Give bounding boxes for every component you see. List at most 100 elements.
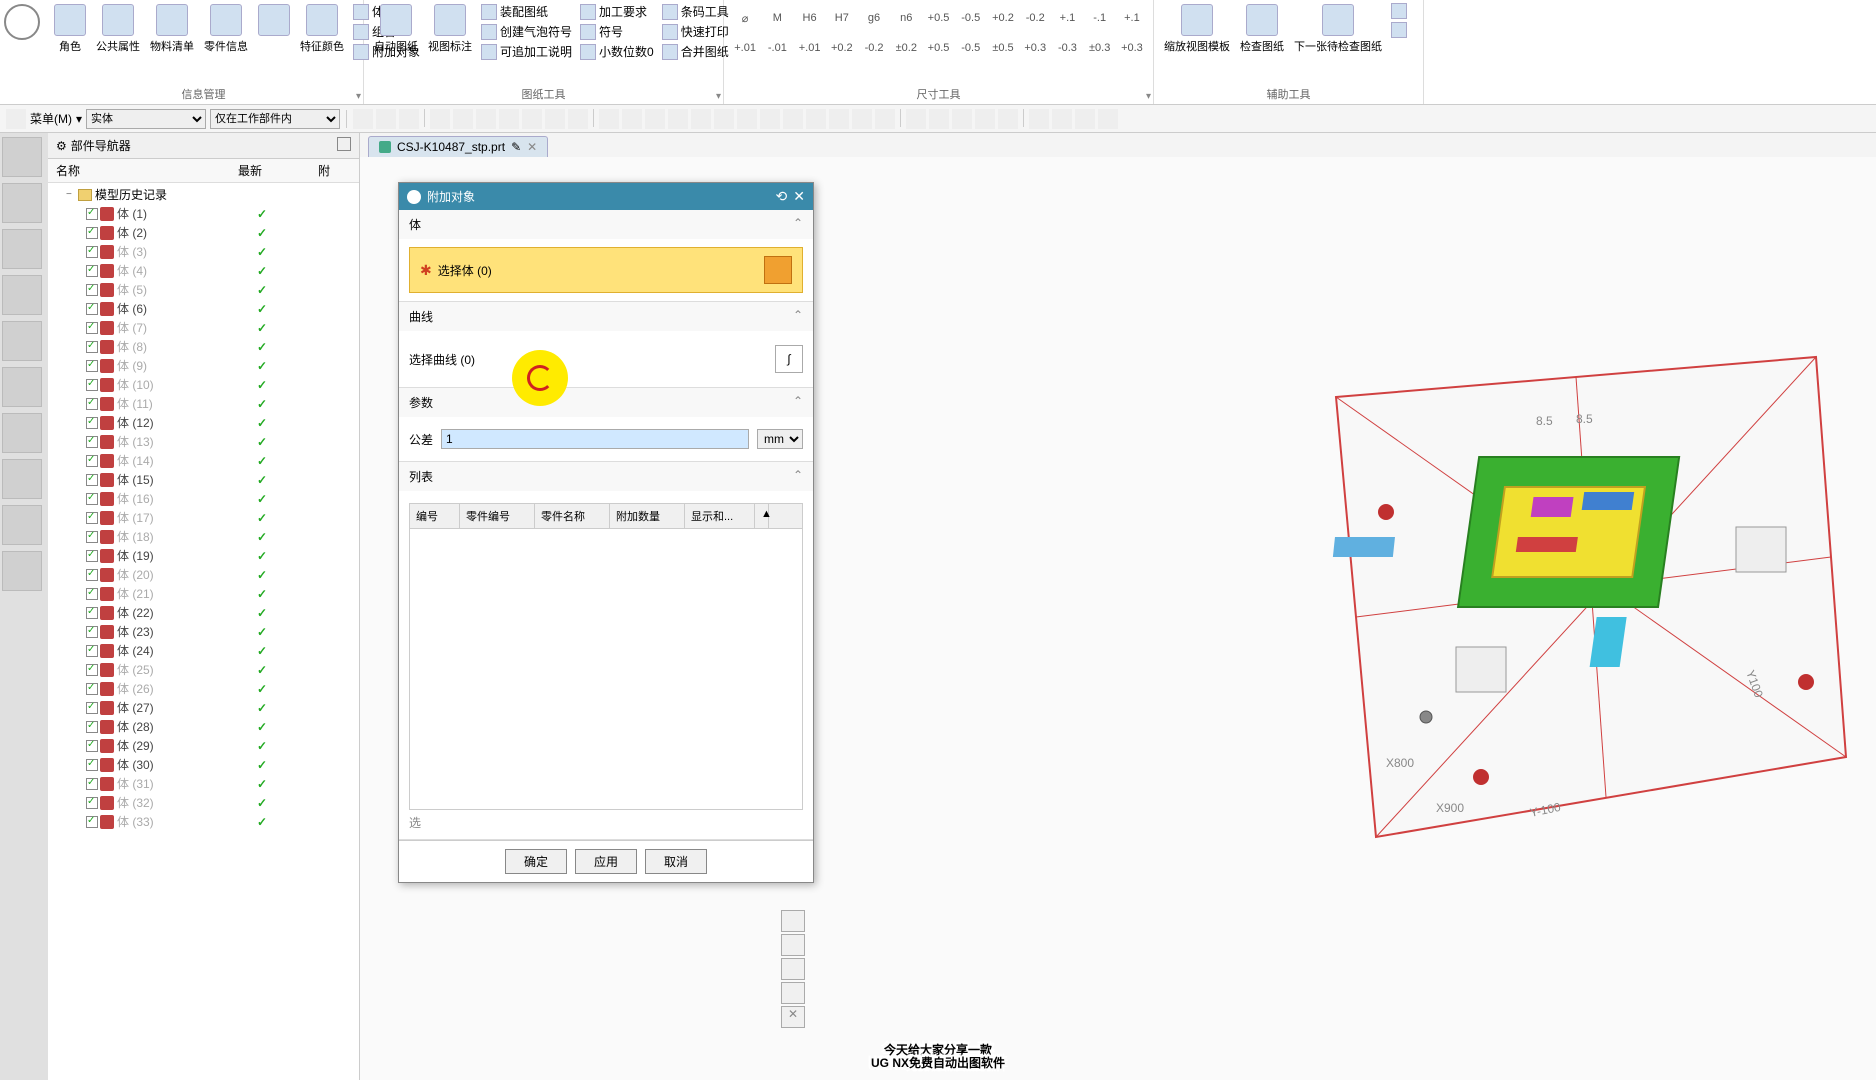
assembly-drawing-button[interactable]: 装配图纸 xyxy=(478,2,575,21)
toolbar-icon[interactable] xyxy=(499,109,519,129)
tree-item[interactable]: 体 (27)✓ xyxy=(48,698,359,717)
toolbar-icon[interactable] xyxy=(522,109,542,129)
rail-other-icon[interactable] xyxy=(2,551,42,591)
list-action-3[interactable] xyxy=(781,958,805,980)
rail-reuse-icon[interactable] xyxy=(2,275,42,315)
tree-item[interactable]: 体 (28)✓ xyxy=(48,717,359,736)
dim-button[interactable]: -0.5 xyxy=(958,4,984,32)
tree-item[interactable]: 体 (20)✓ xyxy=(48,565,359,584)
cancel-button[interactable]: 取消 xyxy=(645,849,707,874)
toolbar-icon[interactable] xyxy=(476,109,496,129)
gear-icon[interactable]: ⚙ xyxy=(56,139,67,153)
col-attach[interactable]: 附 xyxy=(318,162,348,179)
dim-button[interactable]: g6 xyxy=(861,4,887,32)
tree-item[interactable]: 体 (6)✓ xyxy=(48,299,359,318)
quick-print-button[interactable]: 快速打印 xyxy=(659,22,732,41)
toolbar-icon[interactable] xyxy=(645,109,665,129)
tree-item[interactable]: 体 (24)✓ xyxy=(48,641,359,660)
toolbar-icon[interactable] xyxy=(783,109,803,129)
tree-item[interactable]: 体 (4)✓ xyxy=(48,261,359,280)
toolbar-icon[interactable] xyxy=(852,109,872,129)
apply-button[interactable]: 应用 xyxy=(575,849,637,874)
toolbar-icon[interactable] xyxy=(376,109,396,129)
pin-icon[interactable] xyxy=(337,137,351,151)
toolbar-icon[interactable] xyxy=(430,109,450,129)
dim-button[interactable]: +.1 xyxy=(1054,4,1080,32)
tree-item[interactable]: 体 (11)✓ xyxy=(48,394,359,413)
toolbar-icon[interactable] xyxy=(975,109,995,129)
col-part-name[interactable]: 零件名称 xyxy=(535,504,610,528)
toolbar-icon[interactable] xyxy=(760,109,780,129)
dim-button[interactable]: +0.2 xyxy=(990,4,1016,32)
toolbar-icon[interactable] xyxy=(952,109,972,129)
dim-button[interactable]: +0.5 xyxy=(925,4,951,32)
toolbar-icon[interactable] xyxy=(829,109,849,129)
tree-item[interactable]: 体 (10)✓ xyxy=(48,375,359,394)
dim-button[interactable]: +0.2 xyxy=(829,34,855,62)
dim-button[interactable]: +0.5 xyxy=(925,34,951,62)
section-list-header[interactable]: 列表⌃ xyxy=(399,462,813,491)
rail-roles-icon[interactable] xyxy=(2,459,42,499)
dim-button[interactable]: -0.2 xyxy=(861,34,887,62)
rail-assembly-icon[interactable] xyxy=(2,183,42,223)
toolbar-icon[interactable] xyxy=(622,109,642,129)
expand-icon[interactable]: ▾ xyxy=(356,91,361,102)
tree-item[interactable]: 体 (5)✓ xyxy=(48,280,359,299)
machining-note-button[interactable]: 可追加工说明 xyxy=(478,42,575,61)
toolbar-icon[interactable] xyxy=(668,109,688,129)
toolbar-icon[interactable] xyxy=(399,109,419,129)
barcode-button[interactable]: 条码工具 xyxy=(659,2,732,21)
gear-icon[interactable] xyxy=(407,190,421,204)
tree-item[interactable]: 体 (14)✓ xyxy=(48,451,359,470)
symbol-button[interactable]: 符号 xyxy=(577,22,657,41)
tree-item[interactable]: 体 (13)✓ xyxy=(48,432,359,451)
machining-req-button[interactable]: 加工要求 xyxy=(577,2,657,21)
navigator-tree[interactable]: −模型历史记录体 (1)✓体 (2)✓体 (3)✓体 (4)✓体 (5)✓体 (… xyxy=(48,183,359,1080)
menu-icon[interactable] xyxy=(6,109,26,129)
dialog-titlebar[interactable]: 附加对象 ⟲ ✕ xyxy=(399,183,813,210)
dim-button[interactable]: M xyxy=(764,4,790,32)
tolerance-input[interactable] xyxy=(441,429,749,449)
dim-button[interactable]: +.1 xyxy=(1119,4,1145,32)
rail-hd3d-icon[interactable] xyxy=(2,321,42,361)
list-action-1[interactable] xyxy=(781,910,805,932)
dim-button[interactable]: ⌀ xyxy=(732,4,758,32)
dim-button[interactable]: -.1 xyxy=(1087,4,1113,32)
tree-item[interactable]: 体 (32)✓ xyxy=(48,793,359,812)
select-body-row[interactable]: ✱ 选择体 (0) xyxy=(409,247,803,293)
select-curve-row[interactable]: 选择曲线 (0) ∫ xyxy=(409,339,803,379)
tree-item[interactable]: 体 (26)✓ xyxy=(48,679,359,698)
rail-constraint-icon[interactable] xyxy=(2,229,42,269)
tree-item[interactable]: 体 (22)✓ xyxy=(48,603,359,622)
aux-small-2[interactable] xyxy=(1388,21,1410,39)
toolbar-icon[interactable] xyxy=(906,109,926,129)
tree-item[interactable]: 体 (21)✓ xyxy=(48,584,359,603)
sort-icon[interactable]: ▲ xyxy=(755,504,769,528)
tree-item[interactable]: 体 (31)✓ xyxy=(48,774,359,793)
filter-scope-select[interactable]: 仅在工作部件内 xyxy=(210,109,340,129)
tree-item[interactable]: 体 (16)✓ xyxy=(48,489,359,508)
tab-close-icon[interactable]: ✕ xyxy=(527,140,537,154)
tree-item[interactable]: 体 (29)✓ xyxy=(48,736,359,755)
toolbar-icon[interactable] xyxy=(545,109,565,129)
merge-drawing-button[interactable]: 合并图纸 xyxy=(659,42,732,61)
balloon-button[interactable]: 创建气泡符号 xyxy=(478,22,575,41)
unit-select[interactable]: mm xyxy=(757,429,803,449)
dim-button[interactable]: H6 xyxy=(796,4,822,32)
toolbar-icon[interactable] xyxy=(714,109,734,129)
rail-navigator-icon[interactable] xyxy=(2,137,42,177)
dim-button[interactable]: -.01 xyxy=(764,34,790,62)
tree-item[interactable]: 体 (25)✓ xyxy=(48,660,359,679)
aux-small-1[interactable] xyxy=(1388,2,1410,20)
list-action-2[interactable] xyxy=(781,934,805,956)
rail-history-icon[interactable] xyxy=(2,413,42,453)
toolbar-icon[interactable] xyxy=(806,109,826,129)
decimal-button[interactable]: 小数位数0 xyxy=(577,42,657,61)
tree-item[interactable]: 体 (17)✓ xyxy=(48,508,359,527)
dim-button[interactable]: +.01 xyxy=(796,34,822,62)
toolbar-icon[interactable] xyxy=(875,109,895,129)
tree-item[interactable]: 体 (15)✓ xyxy=(48,470,359,489)
toolbar-icon[interactable] xyxy=(353,109,373,129)
dim-button[interactable]: +0.3 xyxy=(1022,34,1048,62)
expand-icon[interactable]: ▾ xyxy=(1146,91,1151,102)
